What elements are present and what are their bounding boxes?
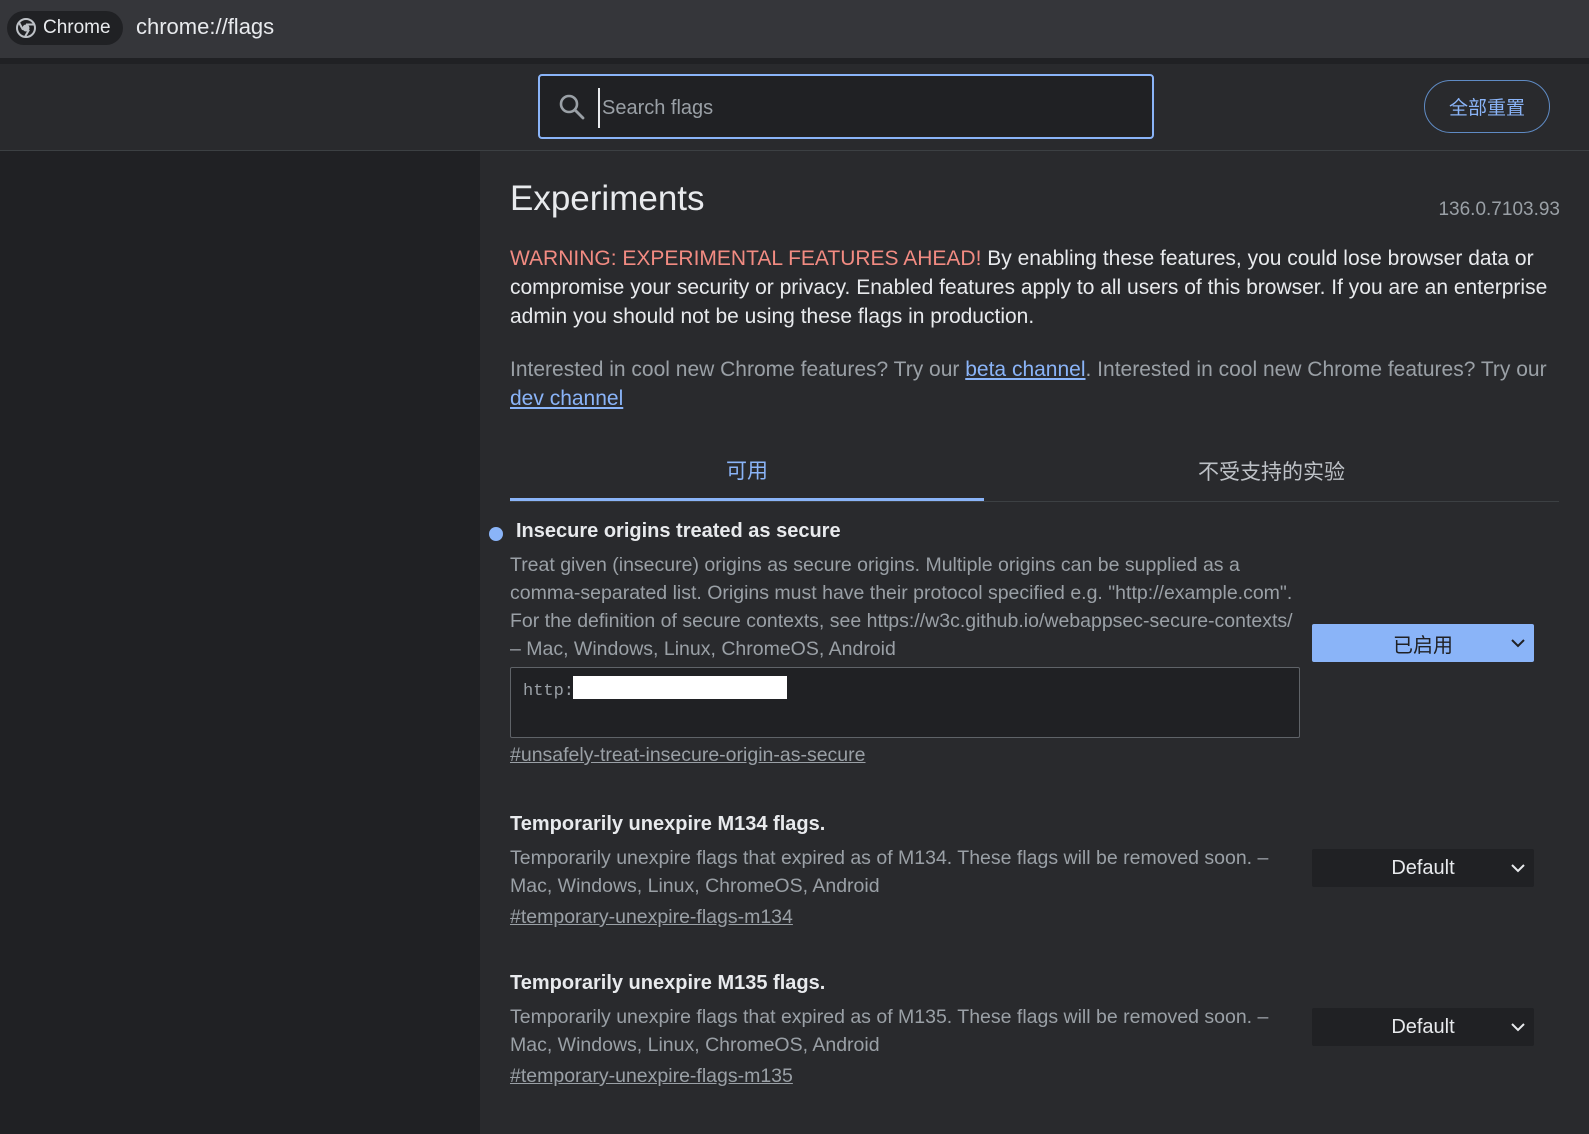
tab-unsupported[interactable]: 不受支持的实验: [984, 441, 1559, 501]
promo-text-2: . Interested in cool new Chrome features…: [1085, 358, 1547, 381]
flags-header: 全部重置: [0, 64, 1589, 151]
flag-state-select[interactable]: Default: [1312, 1008, 1534, 1046]
warning-text: WARNING: EXPERIMENTAL FEATURES AHEAD! By…: [510, 244, 1550, 331]
search-icon: [559, 94, 585, 120]
origins-textarea[interactable]: http:: [510, 667, 1300, 738]
chrome-icon: [16, 18, 36, 38]
chevron-down-icon: [1511, 864, 1525, 873]
select-value: Default: [1391, 1015, 1455, 1038]
promo-text-1: Interested in cool new Chrome features? …: [510, 358, 966, 381]
beta-channel-link[interactable]: beta channel: [965, 358, 1085, 381]
main-content: Experiments 136.0.7103.93 WARNING: EXPER…: [480, 151, 1589, 1134]
site-info-chip[interactable]: Chrome: [7, 11, 123, 45]
redacted-block: [573, 676, 787, 699]
dev-channel-link[interactable]: dev channel: [510, 387, 623, 410]
tab-available[interactable]: 可用: [510, 441, 984, 501]
flag-anchor-link[interactable]: #temporary-unexpire-flags-m134: [510, 906, 1559, 929]
search-box[interactable]: [538, 74, 1154, 139]
chevron-down-icon: [1511, 639, 1525, 648]
address-bar: Chrome chrome://flags: [0, 0, 1589, 59]
page-title: Experiments: [510, 179, 705, 218]
textarea-value: http:: [523, 682, 575, 701]
flag-state-select[interactable]: 已启用: [1312, 624, 1534, 662]
flag-state-select[interactable]: Default: [1312, 849, 1534, 887]
flag-title: Insecure origins treated as secure: [516, 520, 841, 542]
search-input[interactable]: [598, 88, 1144, 128]
chip-label: Chrome: [43, 17, 111, 38]
flag-description: Treat given (insecure) origins as secure…: [510, 554, 1293, 660]
url-text[interactable]: chrome://flags: [136, 14, 274, 40]
flag-title: Temporarily unexpire M134 flags.: [510, 813, 826, 835]
flag-anchor-link[interactable]: #temporary-unexpire-flags-m135: [510, 1065, 1559, 1088]
select-value: Default: [1391, 856, 1455, 879]
flag-description: Temporarily unexpire flags that expired …: [510, 847, 1269, 897]
flag-anchor-link[interactable]: #unsafely-treat-insecure-origin-as-secur…: [510, 744, 1559, 767]
warning-prefix: WARNING: EXPERIMENTAL FEATURES AHEAD!: [510, 247, 982, 270]
flag-description: Temporarily unexpire flags that expired …: [510, 1006, 1269, 1056]
channel-promo-text: Interested in cool new Chrome features? …: [510, 355, 1550, 413]
left-pane: [0, 151, 480, 1134]
reset-all-button[interactable]: 全部重置: [1424, 80, 1550, 133]
version-label: 136.0.7103.93: [1438, 199, 1560, 220]
select-value: 已启用: [1393, 634, 1453, 657]
tab-bar: 可用 不受支持的实验: [510, 441, 1559, 502]
chevron-down-icon: [1511, 1023, 1525, 1032]
modified-indicator: [489, 527, 503, 541]
flag-title: Temporarily unexpire M135 flags.: [510, 972, 826, 994]
